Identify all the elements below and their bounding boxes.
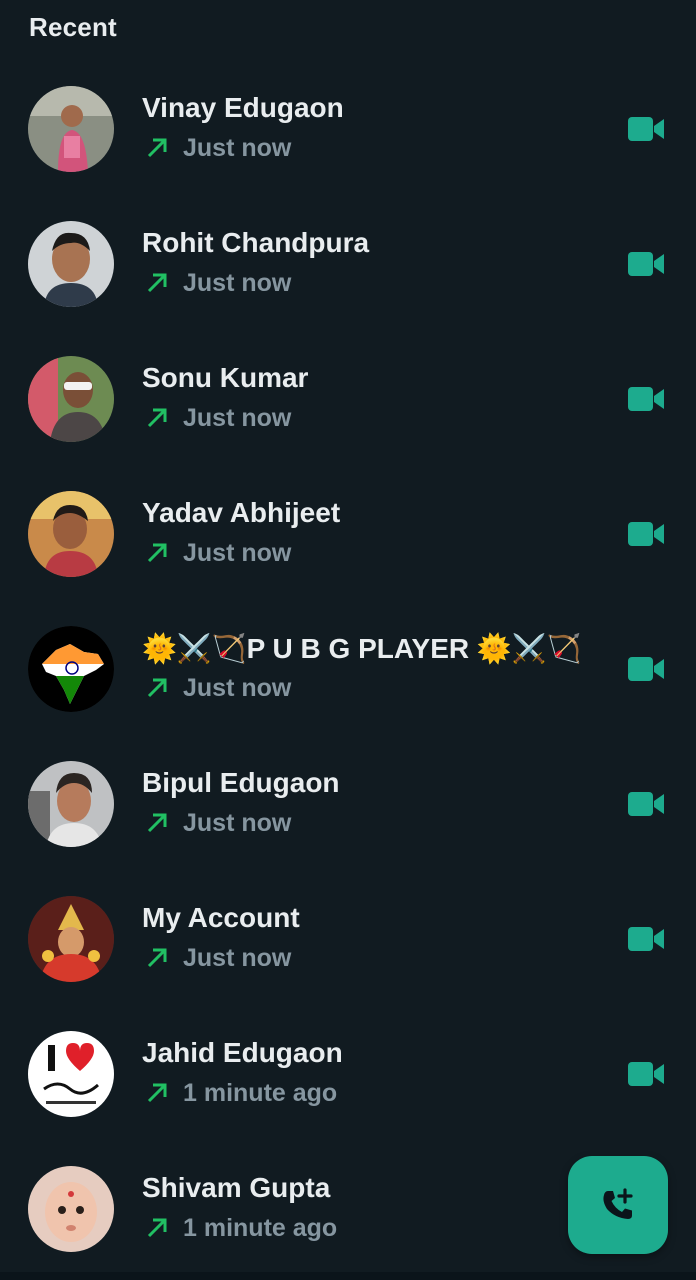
video-call-icon[interactable] [626, 925, 666, 953]
call-meta: 1 minute ago [142, 1077, 337, 1109]
contact-name: My Account [142, 902, 300, 933]
call-row-rohit-chandpura[interactable]: Rohit Chandpura Just now [0, 197, 696, 332]
call-meta: Just now [142, 672, 291, 704]
video-call-icon[interactable] [626, 790, 666, 818]
call-time: Just now [183, 268, 292, 297]
contact-name: Shivam Gupta [142, 1172, 331, 1203]
outgoing-arrow-icon [147, 948, 167, 968]
avatar[interactable] [28, 896, 114, 982]
outgoing-arrow-icon [147, 408, 167, 428]
contact-name: Bipul Edugaon [142, 767, 340, 798]
bottom-divider [0, 1272, 696, 1280]
video-call-icon[interactable] [626, 655, 666, 683]
video-call-icon[interactable] [626, 520, 666, 548]
contact-name: Rohit Chandpura [142, 227, 370, 258]
avatar[interactable] [28, 221, 114, 307]
call-time: Just now [183, 943, 292, 972]
call-time: 1 minute ago [183, 1078, 338, 1107]
call-meta: Just now [142, 537, 291, 569]
call-meta: Just now [142, 807, 291, 839]
avatar[interactable] [28, 86, 114, 172]
outgoing-arrow-icon [147, 1218, 167, 1238]
video-call-icon[interactable] [626, 115, 666, 143]
avatar[interactable] [28, 1166, 114, 1252]
new-call-button[interactable] [568, 1156, 668, 1254]
call-meta: Just now [142, 942, 291, 974]
avatar[interactable] [28, 491, 114, 577]
call-meta: 1 minute ago [142, 1212, 337, 1244]
avatar[interactable] [28, 626, 114, 712]
call-time: Just now [183, 403, 292, 432]
avatar[interactable] [28, 761, 114, 847]
outgoing-arrow-icon [147, 273, 167, 293]
section-title-recent: Recent [29, 12, 117, 42]
call-meta: Just now [142, 402, 291, 434]
call-time: Just now [183, 133, 292, 162]
call-row-bipul-edugaon[interactable]: Bipul Edugaon Just now [0, 737, 696, 872]
outgoing-arrow-icon [147, 138, 167, 158]
outgoing-arrow-icon [147, 813, 167, 833]
video-call-icon[interactable] [626, 385, 666, 413]
call-time: Just now [183, 538, 292, 567]
call-row-jahid-edugaon[interactable]: Jahid Edugaon 1 minute ago [0, 1007, 696, 1142]
call-meta: Just now [142, 132, 291, 164]
call-list: Vinay Edugaon Just now Rohit Chandpura J… [0, 62, 696, 1277]
outgoing-arrow-icon [147, 543, 167, 563]
call-time: Just now [183, 808, 292, 837]
call-row-my-account[interactable]: My Account Just now [0, 872, 696, 1007]
contact-name: Sonu Kumar [142, 362, 309, 393]
call-row-pubg-player[interactable]: 🌞⚔️🏹P U B G PLAYER 🌞⚔️🏹 Just now [0, 602, 696, 737]
avatar[interactable] [28, 1031, 114, 1117]
call-time: Just now [183, 673, 292, 702]
avatar[interactable] [28, 356, 114, 442]
add-call-icon [603, 1188, 633, 1219]
video-call-icon[interactable] [626, 1060, 666, 1088]
contact-name: Yadav Abhijeet [142, 497, 341, 528]
outgoing-arrow-icon [147, 678, 167, 698]
contact-name: Vinay Edugaon [142, 92, 344, 123]
call-row-yadav-abhijeet[interactable]: Yadav Abhijeet Just now [0, 467, 696, 602]
outgoing-arrow-icon [147, 1083, 167, 1103]
call-meta: Just now [142, 267, 291, 299]
call-row-vinay-edugaon[interactable]: Vinay Edugaon Just now [0, 62, 696, 197]
call-row-sonu-kumar[interactable]: Sonu Kumar Just now [0, 332, 696, 467]
contact-name: 🌞⚔️🏹P U B G PLAYER 🌞⚔️🏹 [142, 633, 582, 664]
contact-name: Jahid Edugaon [142, 1037, 343, 1068]
video-call-icon[interactable] [626, 250, 666, 278]
call-time: 1 minute ago [183, 1213, 338, 1242]
